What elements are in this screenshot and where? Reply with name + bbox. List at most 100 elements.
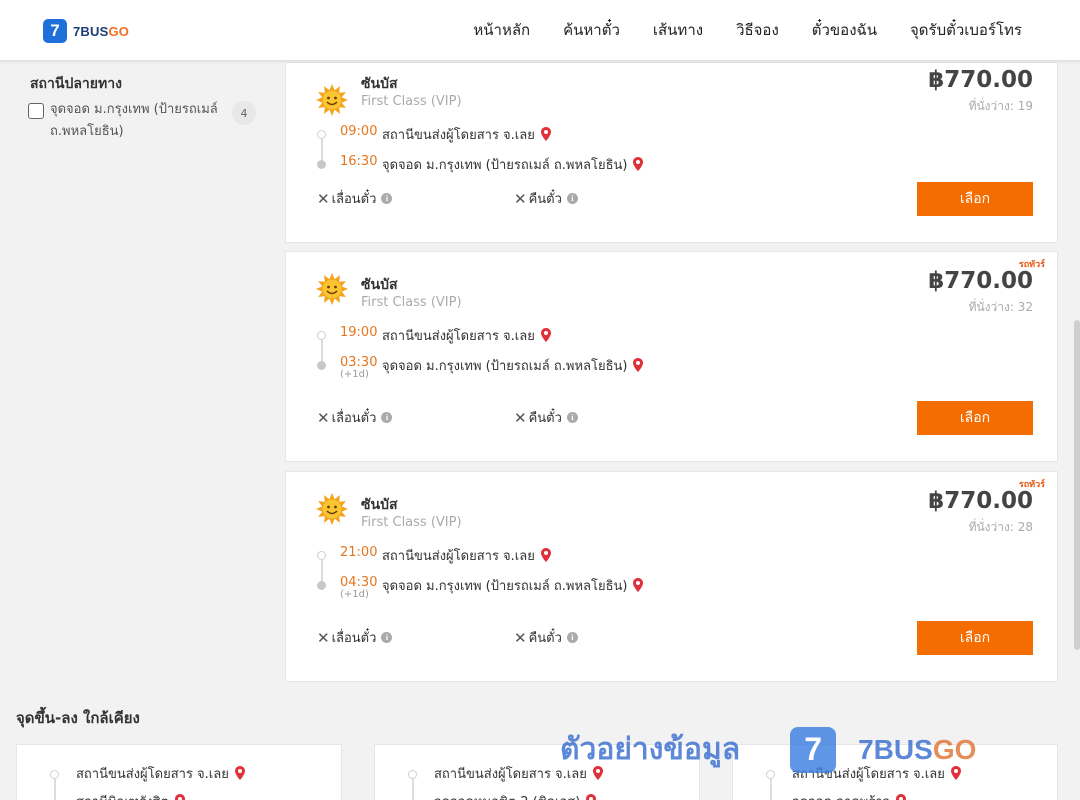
map-pin-icon[interactable] — [945, 766, 961, 782]
top-header: 7 7BUSGO หน้าหลัก ค้นหาตั๋ว เส้นทาง วิธี… — [0, 0, 1080, 60]
departure-stop[interactable]: สถานีขนส่งผู้โดยสาร จ.เลย — [382, 124, 551, 145]
nearby-to-stop: จุดจอด ลาดพร้าว — [792, 791, 906, 800]
logo-text: 7BUSGO — [73, 23, 130, 39]
refund-policy[interactable]: ✕ คืนตั๋ว i — [514, 407, 578, 428]
departure-time: 09:00 — [340, 124, 378, 139]
arrival-dot — [317, 581, 326, 590]
nav-my-tickets[interactable]: ตั๋วของฉัน — [812, 18, 877, 42]
close-icon: ✕ — [514, 408, 527, 427]
map-pin-icon[interactable] — [587, 766, 603, 782]
nearby-from-stop: สถานีขนส่งผู้โดยสาร จ.เลย — [792, 763, 961, 784]
map-pin-icon[interactable] — [535, 548, 551, 564]
operator-name: ซันบัส — [361, 76, 398, 92]
refund-policy[interactable]: ✕ คืนตั๋ว i — [514, 627, 578, 648]
arrival-dot — [317, 361, 326, 370]
arrival-time: 03:30 — [340, 355, 378, 370]
nav-ticket-pickup[interactable]: จุดรับตั๋วเบอร์โทร — [910, 18, 1022, 42]
operator-name: ซันบัส — [361, 277, 398, 293]
reschedule-policy[interactable]: ✕ เลื่อนตั๋ว i — [317, 188, 393, 209]
seat-class: First Class (VIP) — [361, 295, 462, 310]
departure-time: 21:00 — [340, 545, 378, 560]
nav-home[interactable]: หน้าหลัก — [473, 18, 530, 42]
nearby-stop-card[interactable]: สถานีขนส่งผู้โดยสาร จ.เลยจุดจอดหมอชิต 2 … — [374, 744, 700, 800]
trip-price: ฿770.00 — [928, 67, 1033, 93]
info-icon[interactable]: i — [381, 193, 393, 204]
reschedule-policy[interactable]: ✕ เลื่อนตั๋ว i — [317, 407, 393, 428]
info-icon[interactable]: i — [566, 412, 578, 423]
close-icon: ✕ — [514, 628, 527, 647]
departure-dot — [317, 331, 326, 340]
seats-available: ที่นั่งว่าง: 19 — [968, 99, 1033, 113]
trip-card: รถทัวร์ ซันบัส First Class (VIP) ฿770.00 ที่… — [285, 471, 1058, 682]
info-icon[interactable]: i — [566, 193, 578, 204]
close-icon: ✕ — [317, 628, 330, 647]
map-pin-icon[interactable] — [890, 794, 906, 800]
departure-stop[interactable]: สถานีขนส่งผู้โดยสาร จ.เลย — [382, 545, 551, 566]
nearby-stop-card[interactable]: สถานีขนส่งผู้โดยสาร จ.เลยจุดจอด ลาดพร้าว — [732, 744, 1058, 800]
close-icon: ✕ — [514, 189, 527, 208]
nav-search-ticket[interactable]: ค้นหาตั๋ว — [563, 18, 620, 42]
map-pin-icon[interactable] — [535, 127, 551, 143]
trip-card: ซันบัส First Class (VIP) ฿770.00 ที่นั่งว่า… — [285, 62, 1058, 243]
arrival-time: 16:30 — [340, 154, 378, 169]
stop-dot — [50, 770, 59, 779]
arrival-stop[interactable]: จุดจอด ม.กรุงเทพ (ป้ายรถเมล์ ถ.พหลโยธิน) — [382, 575, 644, 596]
map-pin-icon[interactable] — [535, 328, 551, 344]
arrival-time: 04:30 — [340, 575, 378, 590]
select-trip-button[interactable]: เลือก — [917, 182, 1033, 216]
map-pin-icon[interactable] — [627, 157, 644, 173]
stop-dot — [766, 770, 775, 779]
departure-time: 19:00 — [340, 325, 378, 340]
nearby-to-stop: จุดจอดหมอชิต 2 (ชิดเอส) — [434, 791, 597, 800]
select-trip-button[interactable]: เลือก — [917, 621, 1033, 655]
destination-filter-title: สถานีปลายทาง — [30, 76, 122, 92]
logo-mark: 7 — [43, 19, 67, 43]
trip-card: รถทัวร์ ซันบัส First Class (VIP) ฿770.00 ที่… — [285, 251, 1058, 462]
filter-checkbox[interactable] — [28, 103, 44, 119]
departure-dot — [317, 551, 326, 560]
nav-how-to-book[interactable]: วิธีจอง — [736, 18, 779, 42]
info-icon[interactable]: i — [381, 412, 393, 423]
close-icon: ✕ — [317, 408, 330, 427]
destination-filter-option[interactable]: จุดจอด ม.กรุงเทพ (ป้ายรถเมล์ ถ.พหลโยธิน)… — [28, 99, 256, 143]
filter-label[interactable]: จุดจอด ม.กรุงเทพ (ป้ายรถเมล์ ถ.พหลโยธิน) — [50, 99, 225, 143]
map-pin-icon[interactable] — [580, 794, 597, 800]
operator-logo-sun-icon — [315, 492, 349, 526]
departure-stop[interactable]: สถานีขนส่งผู้โดยสาร จ.เลย — [382, 325, 551, 346]
map-pin-icon[interactable] — [627, 578, 644, 594]
map-pin-icon[interactable] — [229, 766, 245, 782]
select-trip-button[interactable]: เลือก — [917, 401, 1033, 435]
operator-name: ซันบัส — [361, 497, 398, 513]
arrival-dot — [317, 160, 326, 169]
seat-class: First Class (VIP) — [361, 94, 462, 109]
arrival-stop[interactable]: จุดจอด ม.กรุงเทพ (ป้ายรถเมล์ ถ.พหลโยธิน) — [382, 355, 644, 376]
arrival-stop[interactable]: จุดจอด ม.กรุงเทพ (ป้ายรถเมล์ ถ.พหลโยธิน) — [382, 154, 644, 175]
operator-logo-sun-icon — [315, 83, 349, 117]
close-icon: ✕ — [317, 189, 330, 208]
nearby-from-stop: สถานีขนส่งผู้โดยสาร จ.เลย — [76, 763, 245, 784]
stop-line — [770, 779, 772, 800]
reschedule-policy[interactable]: ✕ เลื่อนตั๋ว i — [317, 627, 393, 648]
refund-policy[interactable]: ✕ คืนตั๋ว i — [514, 188, 578, 209]
nearby-from-stop: สถานีขนส่งผู้โดยสาร จ.เลย — [434, 763, 603, 784]
info-icon[interactable]: i — [381, 632, 393, 643]
departure-dot — [317, 130, 326, 139]
nearby-stop-card[interactable]: สถานีขนส่งผู้โดยสาร จ.เลยสถานีบิณฑรังสิต — [16, 744, 342, 800]
nav-routes[interactable]: เส้นทาง — [653, 18, 703, 42]
next-day-indicator: (+1d) — [340, 369, 369, 380]
seat-class: First Class (VIP) — [361, 515, 462, 530]
nearby-to-stop: สถานีบิณฑรังสิต — [76, 791, 185, 800]
map-pin-icon[interactable] — [169, 794, 185, 800]
map-pin-icon[interactable] — [627, 358, 644, 374]
stop-line — [54, 779, 56, 800]
stop-line — [412, 779, 414, 800]
next-day-indicator: (+1d) — [340, 589, 369, 600]
operator-logo-sun-icon — [315, 272, 349, 306]
info-icon[interactable]: i — [566, 632, 578, 643]
filter-count-badge: 4 — [232, 101, 256, 125]
page-scrollbar[interactable] — [1074, 320, 1080, 650]
brand-logo[interactable]: 7 7BUSGO — [43, 19, 129, 43]
stop-dot — [408, 770, 417, 779]
trip-price: ฿770.00 — [928, 268, 1033, 294]
nearby-stops-title: จุดขึ้น-ลง ใกล้เคียง — [16, 709, 140, 727]
